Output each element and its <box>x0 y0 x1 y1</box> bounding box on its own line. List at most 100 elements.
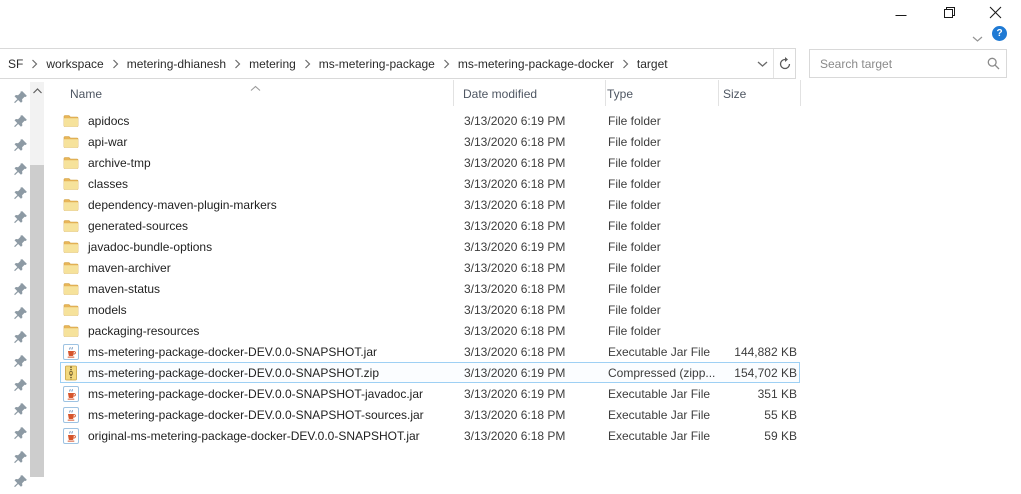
refresh-button[interactable] <box>773 49 795 78</box>
file-size: 55 KB <box>721 408 801 422</box>
pin-icon <box>13 426 28 441</box>
title-bar: ? <box>0 0 1021 46</box>
folder-icon <box>63 134 79 150</box>
chevron-right-icon[interactable] <box>302 59 313 69</box>
table-row[interactable]: generated-sources 3/13/2020 6:18 PM File… <box>60 215 800 236</box>
breadcrumb-item[interactable]: metering <box>243 49 302 78</box>
breadcrumb-item[interactable]: SF <box>2 49 29 78</box>
chevron-down-icon <box>972 35 983 43</box>
breadcrumb-item[interactable]: metering-dhianesh <box>121 49 232 78</box>
folder-icon <box>63 197 79 213</box>
file-type-icon <box>63 281 79 297</box>
pin-icon <box>13 306 28 321</box>
chevron-right-icon[interactable] <box>620 59 631 69</box>
breadcrumb-item[interactable]: ms-metering-package <box>313 49 441 78</box>
file-date-modified: 3/13/2020 6:18 PM <box>456 324 607 338</box>
file-name: maven-archiver <box>88 261 171 275</box>
table-row[interactable]: archive-tmp 3/13/2020 6:18 PM File folde… <box>60 152 800 173</box>
pin-icon <box>13 186 28 201</box>
table-row[interactable]: packaging-resources 3/13/2020 6:18 PM Fi… <box>60 320 800 341</box>
pin-icon <box>13 330 28 345</box>
folder-icon <box>63 323 79 339</box>
file-name: packaging-resources <box>88 324 199 338</box>
column-header-name[interactable]: Name <box>60 87 455 101</box>
table-row[interactable]: ms-metering-package-docker-DEV.0.0-SNAPS… <box>60 383 800 404</box>
file-type: File folder <box>607 219 721 233</box>
column-divider[interactable] <box>605 80 606 106</box>
restore-button[interactable] <box>936 2 962 22</box>
minimize-button[interactable] <box>888 2 914 22</box>
breadcrumb-item[interactable]: target <box>631 49 674 78</box>
restore-icon <box>943 6 956 19</box>
file-size: 144,882 KB <box>721 345 801 359</box>
file-date-modified: 3/13/2020 6:18 PM <box>456 156 607 170</box>
jar-file-icon <box>63 344 79 360</box>
table-row[interactable]: classes 3/13/2020 6:18 PM File folder <box>60 173 800 194</box>
column-header-type[interactable]: Type <box>606 87 720 101</box>
table-row[interactable]: models 3/13/2020 6:18 PM File folder <box>60 299 800 320</box>
file-date-modified: 3/13/2020 6:18 PM <box>456 408 607 422</box>
close-button[interactable] <box>982 2 1008 22</box>
folder-icon <box>63 260 79 276</box>
file-type-icon <box>63 176 79 192</box>
file-list: apidocs 3/13/2020 6:19 PM File folder <box>60 110 800 446</box>
folder-icon <box>63 155 79 171</box>
expand-ribbon-button[interactable] <box>972 30 983 48</box>
address-dropdown-button[interactable] <box>751 49 773 78</box>
address-bar[interactable]: SF workspace metering-dhianesh metering ms-m… <box>0 48 796 79</box>
table-row[interactable]: javadoc-bundle-options 3/13/2020 6:19 PM… <box>60 236 800 257</box>
breadcrumb-item[interactable]: ms-metering-package-docker <box>452 49 620 78</box>
address-bar-controls <box>751 49 795 78</box>
folder-icon <box>63 176 79 192</box>
chevron-right-icon[interactable] <box>29 59 40 69</box>
file-name: dependency-maven-plugin-markers <box>88 198 277 212</box>
file-date-modified: 3/13/2020 6:18 PM <box>456 345 607 359</box>
file-date-modified: 3/13/2020 6:18 PM <box>456 261 607 275</box>
breadcrumb-item[interactable]: workspace <box>40 49 109 78</box>
file-type: Executable Jar File <box>607 408 721 422</box>
scroll-up-icon[interactable] <box>30 84 44 98</box>
table-row[interactable]: maven-status 3/13/2020 6:18 PM File fold… <box>60 278 800 299</box>
file-name: models <box>88 303 127 317</box>
column-header-size[interactable]: Size <box>720 87 800 101</box>
column-header-date-modified[interactable]: Date modified <box>455 87 606 101</box>
column-divider[interactable] <box>800 80 801 106</box>
file-type-icon <box>63 218 79 234</box>
pin-icon <box>13 354 28 369</box>
table-row[interactable]: maven-archiver 3/13/2020 6:18 PM File fo… <box>60 257 800 278</box>
nav-scrollbar-thumb[interactable] <box>30 165 44 477</box>
minimize-icon <box>895 6 907 18</box>
file-type-icon <box>63 428 79 444</box>
nav-scrollbar[interactable] <box>30 82 44 477</box>
file-type: File folder <box>607 156 721 170</box>
pin-icon <box>13 138 28 153</box>
file-type: File folder <box>607 198 721 212</box>
table-row[interactable]: original-ms-metering-package-docker-DEV.… <box>60 425 800 446</box>
chevron-right-icon[interactable] <box>110 59 121 69</box>
file-name: ms-metering-package-docker-DEV.0.0-SNAPS… <box>88 366 379 380</box>
file-name: generated-sources <box>88 219 188 233</box>
file-type: File folder <box>607 240 721 254</box>
table-row[interactable]: ms-metering-package-docker-DEV.0.0-SNAPS… <box>60 341 800 362</box>
pin-icon <box>13 450 28 465</box>
zip-file-icon <box>63 365 79 381</box>
help-button[interactable]: ? <box>992 26 1007 41</box>
chevron-right-icon[interactable] <box>232 59 243 69</box>
column-divider[interactable] <box>718 80 719 106</box>
table-row[interactable]: ms-metering-package-docker-DEV.0.0-SNAPS… <box>60 404 800 425</box>
file-name: ms-metering-package-docker-DEV.0.0-SNAPS… <box>88 345 377 359</box>
table-row[interactable]: api-war 3/13/2020 6:18 PM File folder <box>60 131 800 152</box>
file-type-icon <box>63 365 79 381</box>
search-input[interactable] <box>810 57 980 71</box>
column-divider[interactable] <box>453 80 454 106</box>
table-row[interactable]: dependency-maven-plugin-markers 3/13/202… <box>60 194 800 215</box>
table-row[interactable]: ms-metering-package-docker-DEV.0.0-SNAPS… <box>60 362 800 383</box>
pin-icon <box>13 378 28 393</box>
chevron-right-icon[interactable] <box>441 59 452 69</box>
file-name: ms-metering-package-docker-DEV.0.0-SNAPS… <box>88 408 424 422</box>
file-size: 351 KB <box>721 387 801 401</box>
file-date-modified: 3/13/2020 6:19 PM <box>456 114 607 128</box>
file-type-icon <box>63 113 79 129</box>
file-name: api-war <box>88 135 127 149</box>
table-row[interactable]: apidocs 3/13/2020 6:19 PM File folder <box>60 110 800 131</box>
